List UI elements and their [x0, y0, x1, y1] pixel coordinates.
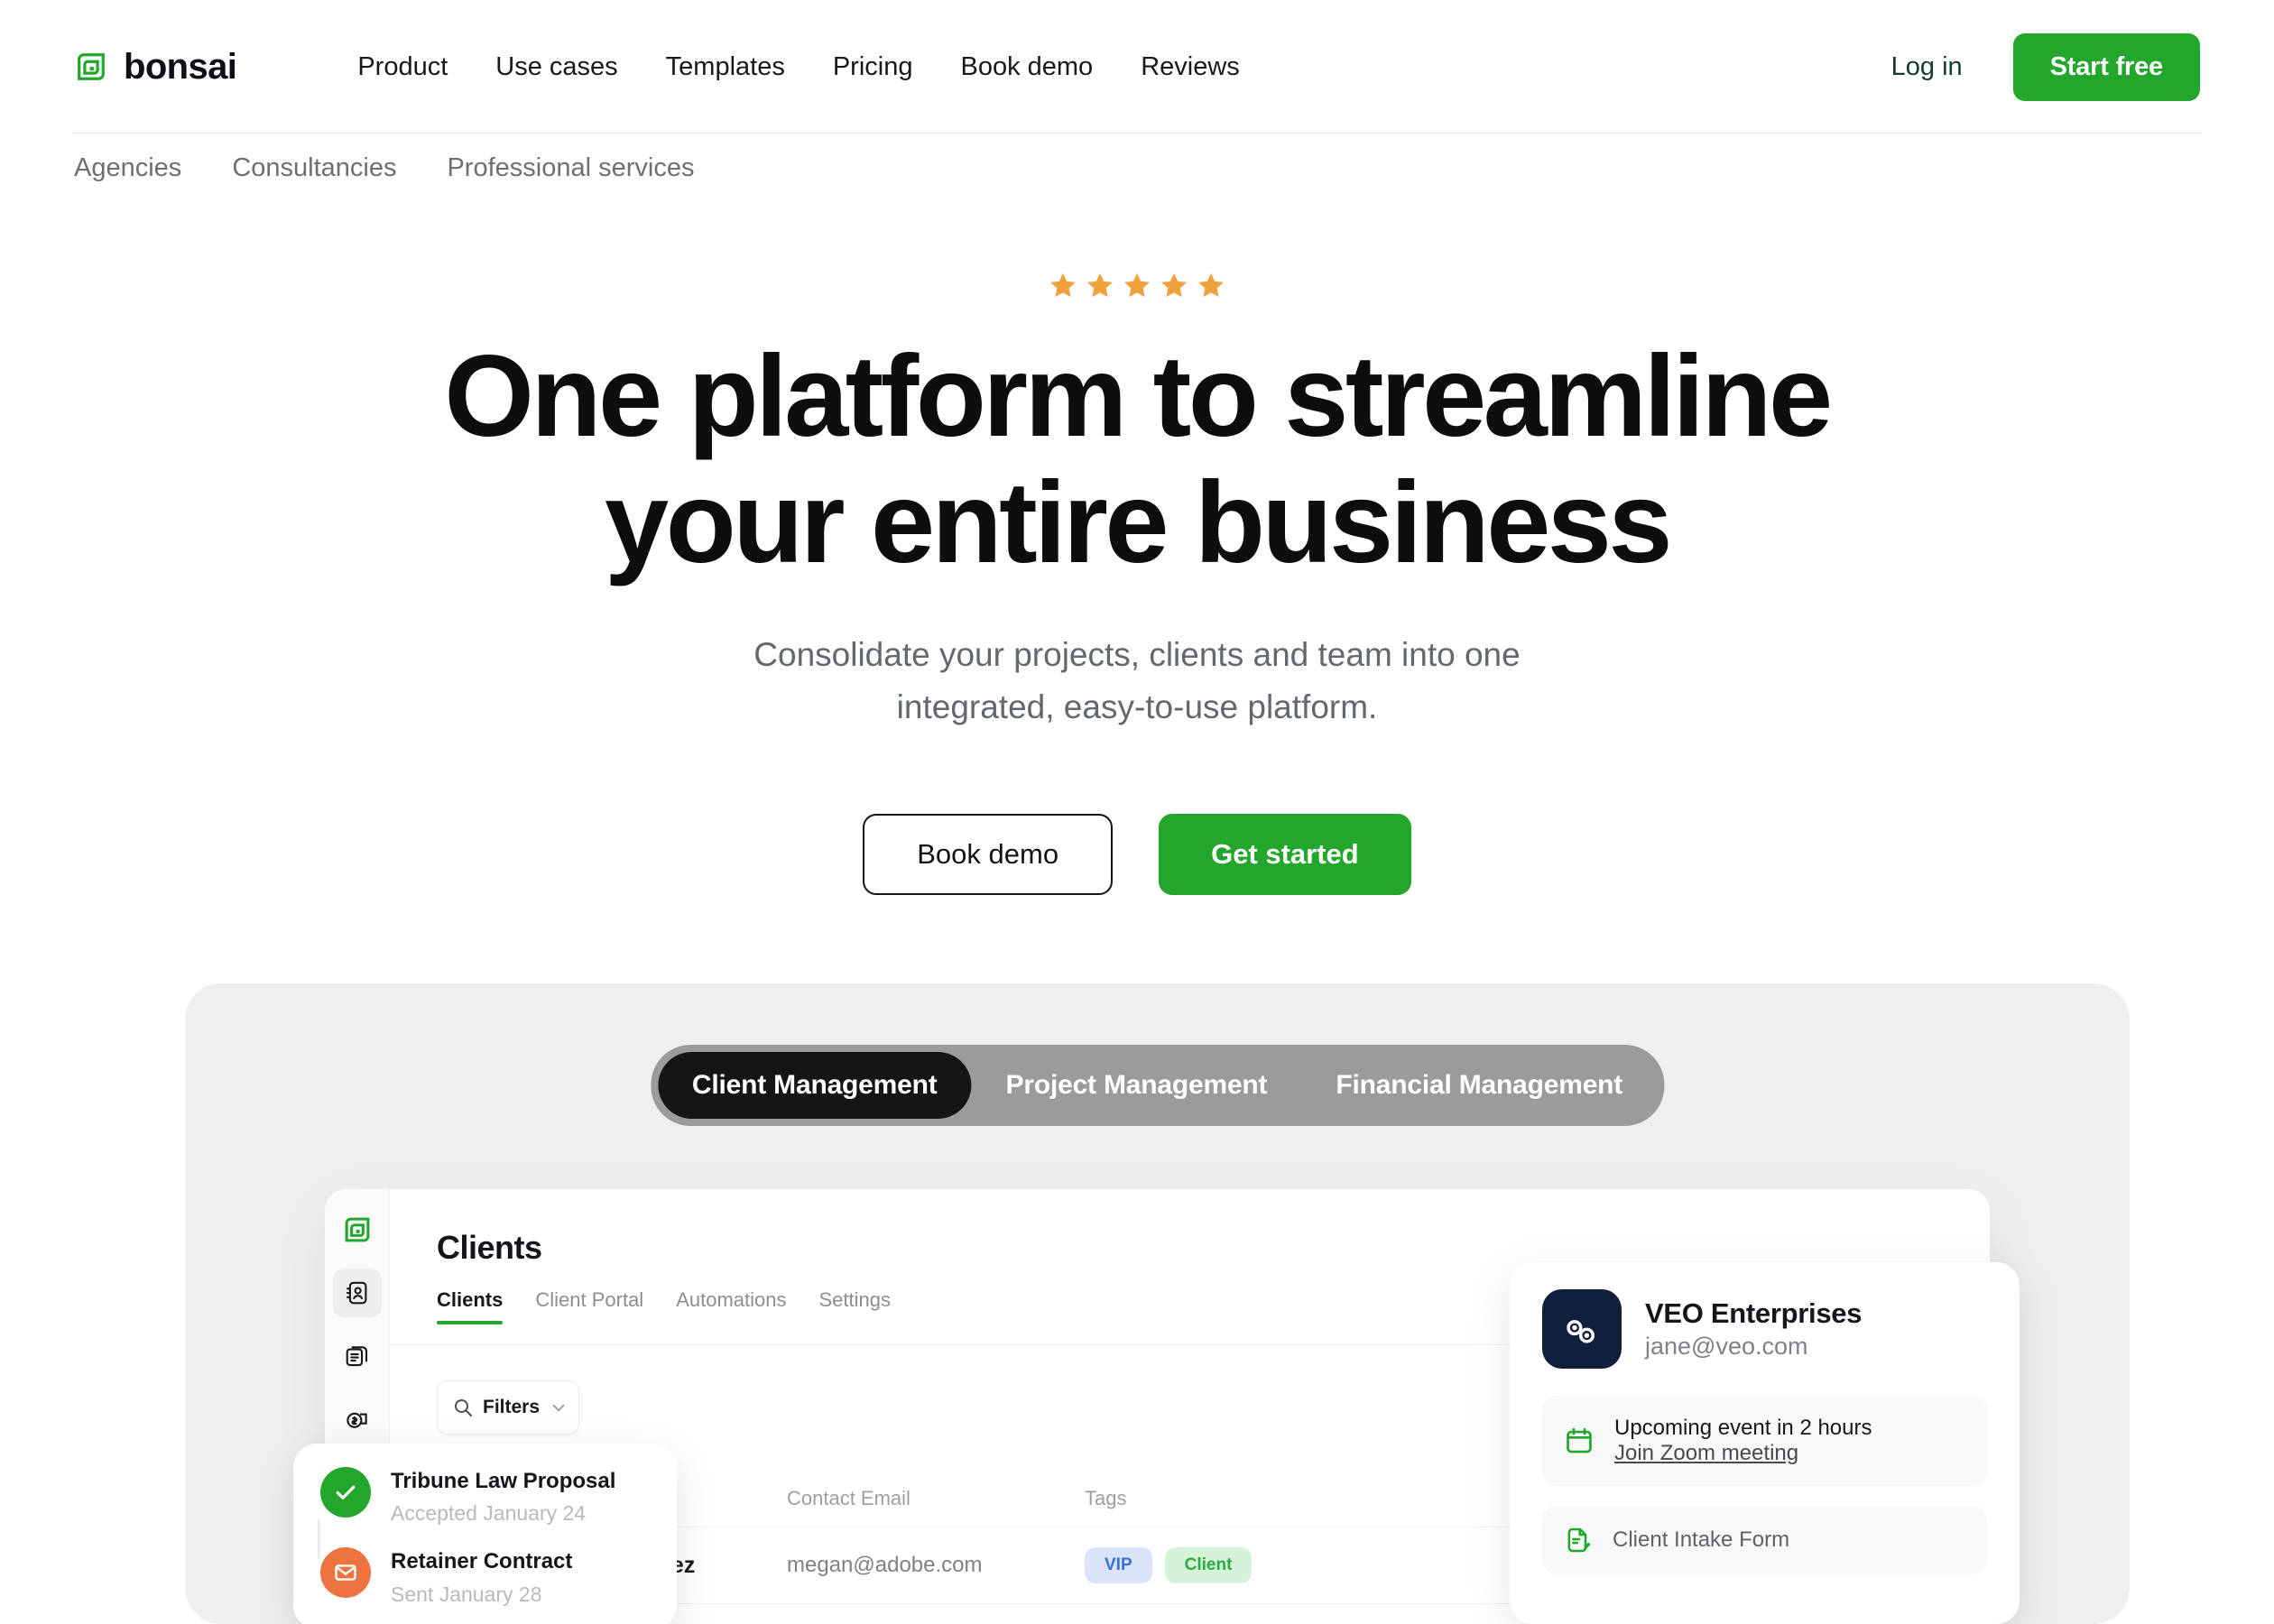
nav-actions: Log in Start free: [1891, 32, 2200, 101]
tab-project-management[interactable]: Project Management: [972, 1052, 1302, 1119]
notification-text: Retainer Contract Sent January 28: [391, 1547, 572, 1608]
veo-logo-icon: [1542, 1289, 1622, 1369]
hero-title-line-2: your entire business: [605, 457, 1673, 587]
event-title: Upcoming event in 2 hours: [1614, 1416, 1872, 1440]
sidebar-item-finance[interactable]: [333, 1395, 382, 1444]
search-icon: [452, 1397, 474, 1418]
form-edit-icon: [1564, 1526, 1593, 1555]
app-page-title: Clients: [437, 1229, 542, 1266]
filters-label: Filters: [483, 1397, 541, 1417]
hero-section: One platform to streamline your entire b…: [0, 271, 2274, 895]
subnav-link-agencies[interactable]: Agencies: [74, 153, 181, 183]
notification-title: Retainer Contract: [391, 1549, 573, 1574]
notification-subtitle: Accepted January 24: [391, 1501, 587, 1526]
notification-title: Tribune Law Proposal: [391, 1469, 616, 1493]
join-zoom-meeting-link[interactable]: Join Zoom meeting: [1614, 1441, 1798, 1465]
documents-icon: [344, 1343, 371, 1370]
page-title: One platform to streamline your entire b…: [370, 334, 1904, 586]
client-header: VEO Enterprises jane@veo.com: [1542, 1289, 1987, 1369]
bonsai-logo-icon: [74, 50, 108, 84]
secondary-navigation: Agencies Consultancies Professional serv…: [74, 153, 694, 183]
timeline-connector: [318, 1519, 320, 1559]
activity-notification-card: Tribune Law Proposal Accepted January 24…: [293, 1444, 677, 1624]
app-tab-settings[interactable]: Settings: [819, 1288, 892, 1324]
client-identity: VEO Enterprises jane@veo.com: [1645, 1297, 1862, 1361]
column-header-tags: Tags: [1085, 1487, 1127, 1509]
tab-client-management[interactable]: Client Management: [657, 1052, 972, 1119]
subnav-link-consultancies[interactable]: Consultancies: [232, 153, 396, 183]
event-text: Upcoming event in 2 hours Join Zoom meet…: [1614, 1416, 1872, 1466]
tab-financial-management[interactable]: Financial Management: [1301, 1052, 1657, 1119]
book-demo-button[interactable]: Book demo: [863, 813, 1114, 895]
nav-link-use-cases[interactable]: Use cases: [495, 52, 617, 82]
start-free-button[interactable]: Start free: [2012, 32, 2200, 101]
list-item: Tribune Law Proposal Accepted January 24: [320, 1467, 650, 1527]
nav-link-product[interactable]: Product: [357, 52, 448, 82]
hero-subtitle-line-2: integrated, easy-to-use platform.: [896, 688, 1378, 726]
star-icon: [1085, 271, 1115, 301]
nav-divider: [74, 133, 2200, 134]
hero-subtitle-line-1: Consolidate your projects, clients and t…: [753, 636, 1521, 674]
list-item: Retainer Contract Sent January 28: [320, 1547, 650, 1608]
star-icon: [1196, 271, 1226, 301]
calendar-icon: [1564, 1426, 1595, 1456]
client-detail-card: VEO Enterprises jane@veo.com Upcoming ev…: [1510, 1262, 2020, 1624]
app-tab-client-portal[interactable]: Client Portal: [535, 1288, 643, 1324]
client-intake-form-block[interactable]: Client Intake Form: [1542, 1506, 1987, 1574]
rating-stars: [0, 271, 2274, 301]
landing-page: bonsai Product Use cases Templates Prici…: [0, 0, 2274, 1624]
sidebar-item-clients[interactable]: [332, 1269, 382, 1317]
preview-tab-switcher: Client Management Project Management Fin…: [650, 1045, 1665, 1126]
status-badge: VIP: [1085, 1547, 1152, 1583]
upcoming-event-block: Upcoming event in 2 hours Join Zoom meet…: [1542, 1396, 1987, 1486]
hero-cta-group: Book demo Get started: [0, 813, 2274, 895]
notification-subtitle: Sent January 28: [391, 1582, 542, 1606]
hero-subtitle: Consolidate your projects, clients and t…: [677, 629, 1597, 734]
client-intake-form-label: Client Intake Form: [1613, 1527, 1790, 1552]
top-navigation-bar: bonsai Product Use cases Templates Prici…: [0, 0, 2274, 134]
status-badge: Client: [1164, 1547, 1253, 1583]
cell-tags: VIP Client: [1085, 1547, 1355, 1583]
subnav-link-professional-services[interactable]: Professional services: [447, 153, 694, 183]
star-icon: [1159, 271, 1189, 301]
star-icon: [1048, 271, 1078, 301]
sidebar-item-documents[interactable]: [333, 1332, 382, 1380]
finance-icon: [344, 1406, 371, 1433]
client-email: jane@veo.com: [1645, 1333, 1808, 1360]
client-company-name: VEO Enterprises: [1645, 1297, 1863, 1329]
preview-tabs: Client Management Project Management Fin…: [650, 1045, 1665, 1126]
cell-contact-email: megan@adobe.com: [787, 1553, 983, 1577]
envelope-icon: [320, 1547, 371, 1599]
check-icon: [320, 1467, 371, 1518]
column-header-contact-email: Contact Email: [787, 1487, 911, 1509]
primary-nav-links: Product Use cases Templates Pricing Book…: [357, 52, 1239, 82]
contacts-icon: [344, 1279, 371, 1306]
brand-logo[interactable]: bonsai: [74, 46, 237, 88]
app-tab-clients[interactable]: Clients: [437, 1288, 504, 1324]
chevron-down-icon: [549, 1398, 568, 1417]
nav-link-book-demo[interactable]: Book demo: [960, 52, 1093, 82]
filters-button[interactable]: Filters: [437, 1380, 579, 1435]
sidebar-item-home[interactable]: [333, 1205, 382, 1254]
login-link[interactable]: Log in: [1891, 52, 1963, 82]
notification-text: Tribune Law Proposal Accepted January 24: [391, 1467, 615, 1527]
nav-link-templates[interactable]: Templates: [666, 52, 785, 82]
hero-title-line-1: One platform to streamline: [444, 332, 1833, 461]
star-icon: [1122, 271, 1152, 301]
nav-link-reviews[interactable]: Reviews: [1141, 52, 1240, 82]
get-started-button[interactable]: Get started: [1159, 813, 1411, 895]
bonsai-logo-icon: [342, 1214, 373, 1245]
app-tab-automations[interactable]: Automations: [676, 1288, 786, 1324]
nav-link-pricing[interactable]: Pricing: [833, 52, 913, 82]
brand-name: bonsai: [124, 46, 237, 87]
